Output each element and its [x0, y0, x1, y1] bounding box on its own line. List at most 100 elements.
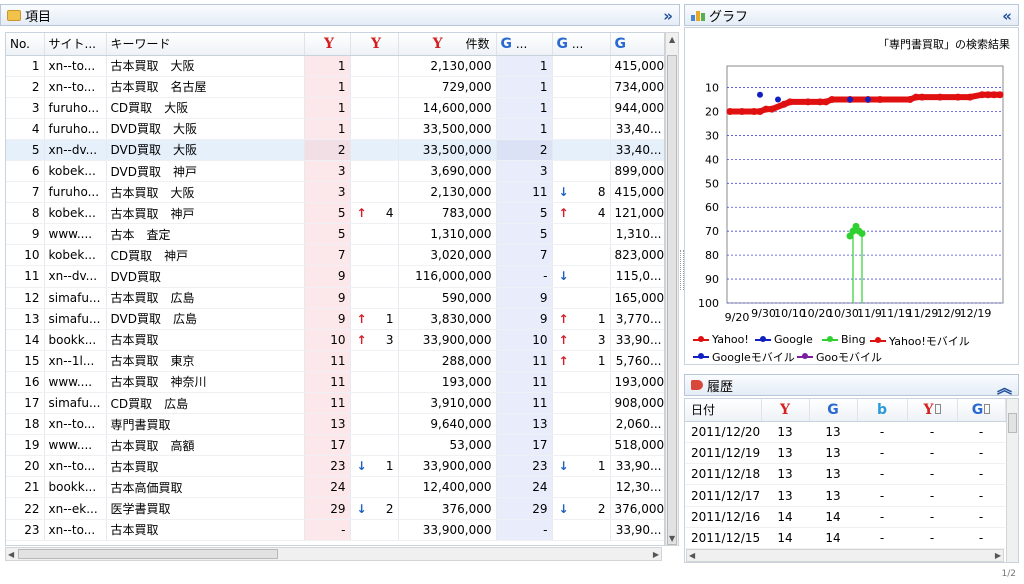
table-row[interactable]: 21 bookk... 古本高価買取 24 12,400,000 24 12,30... — [6, 476, 664, 499]
legend-item-bing[interactable]: Bing — [822, 333, 866, 346]
legend-item-google-mobile[interactable]: Googleモバイル — [693, 349, 795, 365]
table-row[interactable]: 1 xn--to... 古本買取 大阪 1 2,130,000 1 415,000 — [6, 55, 664, 77]
hist-col-yahoo-mobile[interactable]: Y — [907, 399, 958, 422]
history-date: 2011/12/17 — [685, 484, 761, 507]
cell-google-rank: 10 — [496, 329, 553, 351]
y-tick-label: 50 — [705, 177, 719, 190]
legend-swatch-goo-mobile — [797, 353, 813, 359]
cell-google-count: 165,000 — [610, 287, 664, 309]
col-header-keyword[interactable]: キーワード — [106, 33, 305, 56]
table-row[interactable]: 19 www.... 古本買取 高額 17 53,000 17 518,000 — [6, 434, 664, 457]
cell-google-count: 115,0... — [610, 265, 664, 288]
history-rank: 13 — [809, 442, 857, 465]
hist-col-date[interactable]: 日付 — [685, 399, 762, 422]
table-row[interactable]: 8 kobek... 古本買取 神戸 5 ↑ 4 783,000 5 ↑ 4 121,000 — [6, 202, 664, 225]
cell-yahoo-diff — [350, 160, 399, 183]
scroll-left-arrow-icon[interactable]: ◀ — [689, 551, 695, 560]
scroll-right-arrow-icon[interactable]: ▶ — [995, 551, 1001, 560]
col-header-google-rank[interactable]: G ... — [496, 33, 553, 56]
history-rank: - — [857, 463, 907, 486]
tag-icon — [691, 380, 703, 390]
legend-item-google[interactable]: Google — [755, 333, 813, 346]
table-row[interactable]: 4 furuho... DVD買取 大阪 1 33,500,000 1 33,40... — [6, 118, 664, 140]
cell-google-count: 944,000 — [610, 97, 664, 119]
double-chevron-right-icon[interactable]: » — [663, 7, 673, 25]
legend-item-goo-mobile[interactable]: Gooモバイル — [797, 349, 882, 365]
table-row[interactable]: 23 xn--to... 古本買取 -33,900,000-33,90... — [6, 519, 664, 541]
col-header-yahoo-count[interactable]: Y 件数 — [398, 33, 497, 56]
x-tick-label: 12/19 — [960, 307, 992, 320]
scroll-down-arrow-icon[interactable]: ▼ — [669, 534, 675, 543]
cell-yahoo-diff — [350, 287, 399, 309]
table-row[interactable]: 3 furuho... CD買取 大阪 1 14,600,000 1 944,000 — [6, 97, 664, 119]
cell-no: 20 — [6, 455, 45, 478]
col-header-google-diff[interactable]: G ... — [552, 33, 611, 56]
table-row[interactable]: 15 xn--1l... 古本買取 東京 11 288,000 11 ↑ 1 5,760... — [6, 350, 664, 372]
cell-yahoo-diff — [350, 139, 399, 161]
cell-keyword: 古本買取 名古屋 — [106, 76, 305, 98]
table-row[interactable]: 22 xn--ek... 医学書買取 29 ↓ 2 376,000 29 ↓ 2 376,000 — [6, 497, 664, 520]
table-row[interactable]: 9 www.... 古本 査定 5 1,310,000 5 1,310... — [6, 223, 664, 246]
history-row[interactable]: 2011/12/18 13 13- - - — [685, 463, 1005, 486]
hist-col-yahoo[interactable]: Y — [761, 399, 810, 422]
vertical-scroll-thumb[interactable] — [667, 55, 677, 545]
history-horizontal-scrollbar[interactable]: ◀ ▶ — [686, 549, 1004, 562]
cell-keyword: 古本買取 大阪 — [106, 55, 305, 77]
cell-yahoo-rank: 1 — [304, 76, 351, 98]
cell-keyword: 古本買取 大阪 — [106, 181, 305, 204]
graph-panel-header: グラフ « — [684, 4, 1019, 26]
col-header-google-count[interactable]: G — [610, 33, 664, 56]
cell-google-count: 12,30... — [610, 476, 664, 499]
table-row[interactable]: 14 bookk... 古本買取 10 ↑ 3 33,900,000 10 ↑ 3 33,90... — [6, 329, 664, 351]
history-scroll-thumb[interactable] — [1008, 413, 1017, 433]
keyword-panel-header: 項目 » — [0, 4, 680, 26]
legend-item-yahoo[interactable]: Yahoo! — [693, 333, 749, 346]
table-row[interactable]: 5 xn--dv... DVD買取 大阪 2 33,500,000 2 33,40... — [6, 139, 664, 161]
col-header-yahoo-diff[interactable]: Y — [350, 33, 399, 56]
history-row[interactable]: 2011/12/16 14 14- - - — [685, 506, 1005, 528]
legend-item-yahoo-mobile[interactable]: Yahoo!モバイル — [870, 333, 970, 349]
history-vertical-scrollbar[interactable] — [1006, 399, 1018, 562]
col-header-no[interactable]: No. — [6, 33, 45, 56]
legend-swatch-google-mobile — [693, 353, 709, 359]
table-row[interactable]: 6 kobek... DVD買取 神戸 3 3,690,000 3 899,000 — [6, 160, 664, 183]
table-row[interactable]: 13 simafu... DVD買取 広島 9 ↑ 1 3,830,000 9 ↑ 1 3,770.… — [6, 308, 664, 330]
bing-icon: b — [876, 401, 888, 418]
col-header-site[interactable]: サイト... — [44, 33, 107, 56]
history-row[interactable]: 2011/12/15 14 14- - - — [685, 527, 1005, 550]
hist-col-bing[interactable]: b — [857, 399, 908, 422]
scroll-right-arrow-icon[interactable]: ▶ — [653, 550, 659, 559]
history-row[interactable]: 2011/12/20 13 13- - - — [685, 421, 1005, 443]
cell-site: xn--to... — [44, 76, 107, 98]
google-mobile-icon: G — [971, 401, 984, 418]
table-row[interactable]: 12 simafu... 古本買取 広島 9 590,000 9 165,000 — [6, 287, 664, 309]
cell-yahoo-diff — [350, 76, 399, 98]
cell-site: xn--to... — [44, 413, 107, 436]
table-row[interactable]: 18 xn--to... 専門書買取 13 9,640,000 13 2,060... — [6, 413, 664, 436]
table-row[interactable]: 20 xn--to... 古本買取 23 ↓ 1 33,900,000 23 ↓ 1 33,90..… — [6, 455, 664, 478]
cell-google-diff — [552, 55, 611, 77]
table-row[interactable]: 10 kobek... CD買取 神戸 7 3,020,000 7 823,000 — [6, 244, 664, 267]
table-row[interactable]: 7 furuho... 古本買取 大阪 3 2,130,000 11 ↓ 8 415,000 — [6, 181, 664, 204]
hist-col-google[interactable]: G — [809, 399, 858, 422]
table-row[interactable]: 16 www.... 古本買取 神奈川 11 193,000 11 193,000 — [6, 371, 664, 394]
scroll-left-arrow-icon[interactable]: ◀ — [8, 550, 14, 559]
table-horizontal-scrollbar[interactable]: ◀ ▶ — [5, 547, 662, 561]
double-chevron-left-icon[interactable]: « — [1002, 7, 1012, 25]
history-row[interactable]: 2011/12/17 13 13- - - — [685, 484, 1005, 507]
horizontal-scroll-thumb[interactable] — [18, 549, 278, 559]
col-header-yahoo-rank[interactable]: Y — [304, 33, 351, 56]
col-header-yahoo-count-label: 件数 — [465, 37, 490, 52]
yahoo-icon: Y — [432, 36, 443, 53]
table-row[interactable]: 17 simafu... CD買取 広島 11 3,910,000 11 908,000 — [6, 392, 664, 415]
table-row[interactable]: 11 xn--dv... DVD買取 9 116,000,000- ↓ 115,0... — [6, 265, 664, 288]
scroll-up-arrow-icon[interactable]: ▲ — [669, 35, 675, 44]
table-row[interactable]: 2 xn--to... 古本買取 名古屋 1 729,000 1 734,000 — [6, 76, 664, 98]
history-rank: - — [857, 527, 907, 550]
cell-no: 7 — [6, 181, 45, 204]
hist-col-google-mobile[interactable]: G — [957, 399, 1006, 422]
double-chevron-up-icon[interactable]: ︽ — [997, 377, 1012, 398]
cell-site: www.... — [44, 434, 107, 457]
table-vertical-scrollbar[interactable]: ▲ ▼ — [665, 32, 679, 546]
history-row[interactable]: 2011/12/19 13 13- - - — [685, 442, 1005, 465]
